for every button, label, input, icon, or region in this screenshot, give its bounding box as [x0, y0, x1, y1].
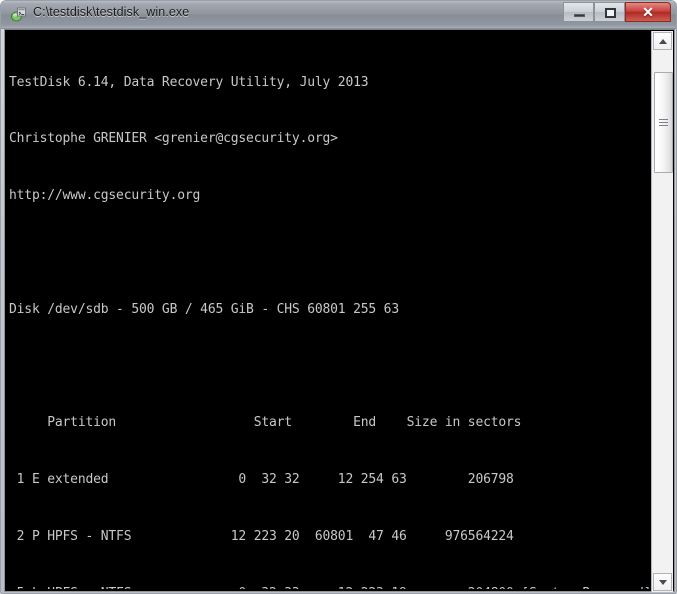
console-app-icon	[10, 6, 27, 23]
scroll-up-icon	[659, 39, 667, 44]
console-line-url: http://www.cgsecurity.org	[9, 188, 201, 204]
title-bar[interactable]: C:\testdisk\testdisk_win.exe ✕	[1, 1, 676, 29]
console-line-blank-1	[9, 246, 650, 260]
scrollbar-thumb[interactable]	[654, 72, 673, 173]
maximize-icon	[605, 8, 616, 18]
console-line-disk: Disk /dev/sdb - 500 GB / 465 GiB - CHS 6…	[9, 301, 399, 317]
console-output-area[interactable]: TestDisk 6.14, Data Recovery Utility, Ju…	[9, 33, 650, 589]
scroll-down-button[interactable]	[653, 573, 672, 591]
table-row: 5 L HPFS - NTFS 0 32 33 12 223 19 204800…	[9, 586, 650, 589]
maximize-button[interactable]	[594, 2, 625, 22]
window-title: C:\testdisk\testdisk_win.exe	[33, 5, 190, 19]
close-button[interactable]: ✕	[625, 2, 671, 22]
scroll-down-icon	[659, 580, 667, 585]
console-line-title: TestDisk 6.14, Data Recovery Utility, Ju…	[9, 74, 369, 90]
table-row: 2 P HPFS - NTFS 12 223 20 60801 47 46 97…	[9, 528, 514, 544]
thumb-grip-icon	[659, 125, 668, 126]
close-icon: ✕	[642, 4, 654, 20]
console-scrollbar[interactable]	[651, 31, 673, 592]
minimize-icon	[574, 14, 585, 17]
scroll-up-button[interactable]	[653, 32, 672, 50]
scrollbar-track[interactable]	[653, 50, 673, 573]
thumb-grip-icon	[659, 119, 668, 120]
application-window: C:\testdisk\testdisk_win.exe ✕ TestDisk …	[0, 0, 677, 594]
console-line-author: Christophe GRENIER <grenier@cgsecurity.o…	[9, 131, 338, 147]
minimize-button[interactable]	[563, 2, 594, 22]
console-text: TestDisk 6.14, Data Recovery Utility, Ju…	[9, 33, 650, 589]
table-row: 1 E extended 0 32 32 12 254 63 206798	[9, 472, 514, 488]
thumb-grip-icon	[659, 122, 668, 123]
console-line-blank-2	[9, 360, 650, 374]
console-frame: TestDisk 6.14, Data Recovery Utility, Ju…	[4, 29, 675, 592]
partition-table-header: Partition Start End Size in sectors	[9, 415, 522, 431]
